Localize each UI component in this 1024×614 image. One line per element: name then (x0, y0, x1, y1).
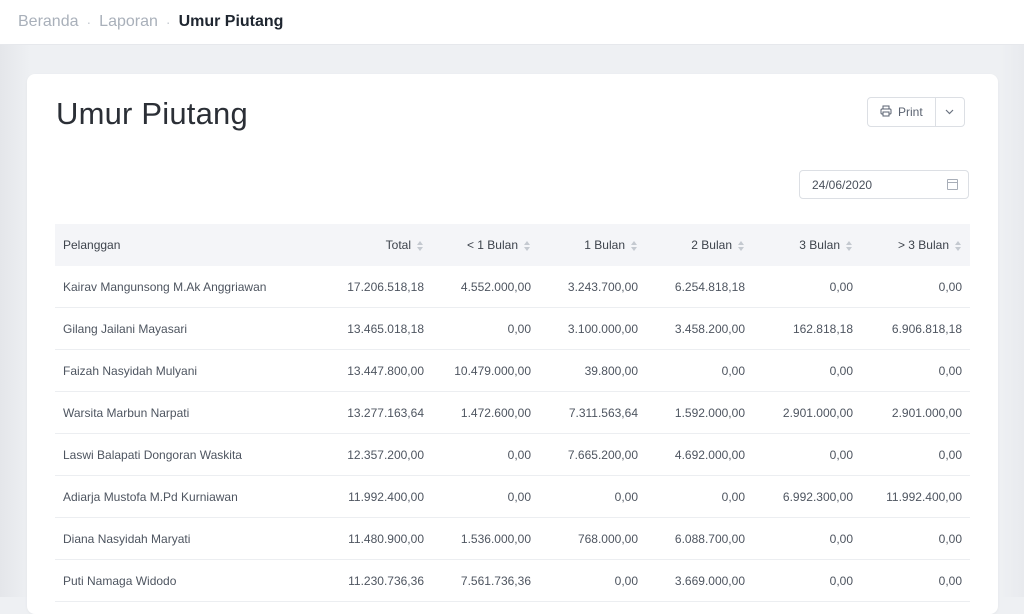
table-header-row: Pelanggan Total < 1 Bulan 1 Bulan 2 Bula… (55, 224, 970, 266)
table-row[interactable]: Laswi Balapati Dongoran Waskita 12.357.20… (55, 433, 970, 476)
top-bar: Beranda · Laporan · Umur Piutang (0, 0, 1024, 45)
column-header-gt-3-bulan[interactable]: > 3 Bulan (861, 224, 970, 266)
amount-cell: 13.447.800,00 (317, 349, 432, 392)
amount-cell: 4.692.000,00 (646, 433, 753, 476)
chevron-down-icon (945, 106, 954, 118)
amount-cell: 3.669.000,00 (646, 559, 753, 602)
amount-cell: 4.552.000,00 (432, 266, 539, 308)
amount-cell: 0,00 (861, 349, 970, 392)
amount-cell: 0,00 (646, 349, 753, 392)
column-header-2-bulan[interactable]: 2 Bulan (646, 224, 753, 266)
amount-cell: 0,00 (861, 266, 970, 308)
customer-name-cell: Adiarja Mustofa M.Pd Kurniawan (55, 475, 317, 518)
amount-cell: 11.992.400,00 (861, 475, 970, 518)
sort-icon (417, 240, 424, 251)
breadcrumb-separator: · (165, 14, 171, 30)
date-picker-input[interactable]: 24/06/2020 (799, 170, 969, 199)
amount-cell: 0,00 (539, 475, 646, 518)
amount-cell: 6.088.700,00 (646, 517, 753, 560)
sort-icon (955, 240, 962, 251)
table-row[interactable]: Diana Nasyidah Maryati 11.480.900,00 1.536… (55, 517, 970, 560)
column-header-pelanggan[interactable]: Pelanggan (55, 224, 317, 266)
customer-name-cell: Warsita Marbun Narpati (55, 391, 317, 434)
amount-cell: 7.665.200,00 (539, 433, 646, 476)
customer-name-cell: Laswi Balapati Dongoran Waskita (55, 433, 317, 476)
amount-cell: 6.992.300,00 (753, 475, 861, 518)
amount-cell: 3.100.000,00 (539, 307, 646, 350)
print-button-group: Print (867, 97, 965, 127)
page-title: Umur Piutang (56, 96, 248, 131)
amount-cell: 1.592.000,00 (646, 391, 753, 434)
sort-icon (524, 240, 531, 251)
breadcrumb: Beranda · Laporan · Umur Piutang (18, 12, 283, 32)
amount-cell: 0,00 (753, 559, 861, 602)
breadcrumb-separator: · (86, 14, 92, 30)
amount-cell: 0,00 (753, 517, 861, 560)
report-card: Umur Piutang Print 24/06/2020 Pelanggan … (27, 74, 998, 614)
print-button[interactable]: Print (868, 98, 936, 126)
amount-cell: 0,00 (432, 433, 539, 476)
amount-cell: 7.311.563,64 (539, 391, 646, 434)
amount-cell: 2.901.000,00 (861, 391, 970, 434)
amount-cell: 1.536.000,00 (432, 517, 539, 560)
table-row[interactable]: Kairav Mangunsong M.Ak Anggriawan 17.206.… (55, 266, 970, 308)
print-options-dropdown[interactable] (936, 98, 964, 126)
amount-cell: 0,00 (539, 559, 646, 602)
amount-cell: 0,00 (753, 433, 861, 476)
print-button-label: Print (898, 105, 923, 119)
column-header-1-bulan[interactable]: 1 Bulan (539, 224, 646, 266)
amount-cell: 11.992.400,00 (317, 475, 432, 518)
amount-cell: 2.901.000,00 (753, 391, 861, 434)
customer-name-cell: Diana Nasyidah Maryati (55, 517, 317, 560)
column-header-total[interactable]: Total (317, 224, 432, 266)
amount-cell: 3.458.200,00 (646, 307, 753, 350)
amount-cell: 768.000,00 (539, 517, 646, 560)
aging-report-table: Pelanggan Total < 1 Bulan 1 Bulan 2 Bula… (55, 224, 970, 602)
amount-cell: 162.818,18 (753, 307, 861, 350)
amount-cell: 13.277.163,64 (317, 391, 432, 434)
printer-icon (880, 105, 892, 120)
amount-cell: 13.465.018,18 (317, 307, 432, 350)
amount-cell: 0,00 (753, 266, 861, 308)
amount-cell: 1.472.600,00 (432, 391, 539, 434)
amount-cell: 10.479.000,00 (432, 349, 539, 392)
sort-icon (631, 240, 638, 251)
table-row[interactable]: Warsita Marbun Narpati 13.277.163,64 1.472… (55, 391, 970, 434)
amount-cell: 6.906.818,18 (861, 307, 970, 350)
breadcrumb-link-beranda[interactable]: Beranda (18, 12, 79, 32)
amount-cell: 12.357.200,00 (317, 433, 432, 476)
amount-cell: 11.230.736,36 (317, 559, 432, 602)
customer-name-cell: Kairav Mangunsong M.Ak Anggriawan (55, 266, 317, 308)
breadcrumb-link-laporan[interactable]: Laporan (99, 12, 158, 32)
table-row[interactable]: Puti Namaga Widodo 11.230.736,36 7.561.736… (55, 559, 970, 602)
amount-cell: 17.206.518,18 (317, 266, 432, 308)
amount-cell: 0,00 (646, 475, 753, 518)
calendar-icon[interactable] (947, 179, 958, 190)
column-header-lt-1-bulan[interactable]: < 1 Bulan (432, 224, 539, 266)
breadcrumb-current: Umur Piutang (178, 13, 284, 30)
amount-cell: 11.480.900,00 (317, 517, 432, 560)
table-row[interactable]: Adiarja Mustofa M.Pd Kurniawan 11.992.400… (55, 475, 970, 518)
sort-icon (738, 240, 745, 251)
customer-name-cell: Gilang Jailani Mayasari (55, 307, 317, 350)
customer-name-cell: Puti Namaga Widodo (55, 559, 317, 602)
sort-icon (846, 240, 853, 251)
amount-cell: 0,00 (432, 307, 539, 350)
date-picker-value: 24/06/2020 (812, 177, 873, 192)
amount-cell: 7.561.736,36 (432, 559, 539, 602)
customer-name-cell: Faizah Nasyidah Mulyani (55, 349, 317, 392)
amount-cell: 0,00 (753, 349, 861, 392)
amount-cell: 39.800,00 (539, 349, 646, 392)
amount-cell: 0,00 (861, 433, 970, 476)
amount-cell: 0,00 (861, 559, 970, 602)
amount-cell: 0,00 (432, 475, 539, 518)
table-row[interactable]: Gilang Jailani Mayasari 13.465.018,18 0,00… (55, 307, 970, 350)
column-header-3-bulan[interactable]: 3 Bulan (753, 224, 861, 266)
amount-cell: 6.254.818,18 (646, 266, 753, 308)
amount-cell: 0,00 (861, 517, 970, 560)
amount-cell: 3.243.700,00 (539, 266, 646, 308)
table-row[interactable]: Faizah Nasyidah Mulyani 13.447.800,00 10.4… (55, 349, 970, 392)
